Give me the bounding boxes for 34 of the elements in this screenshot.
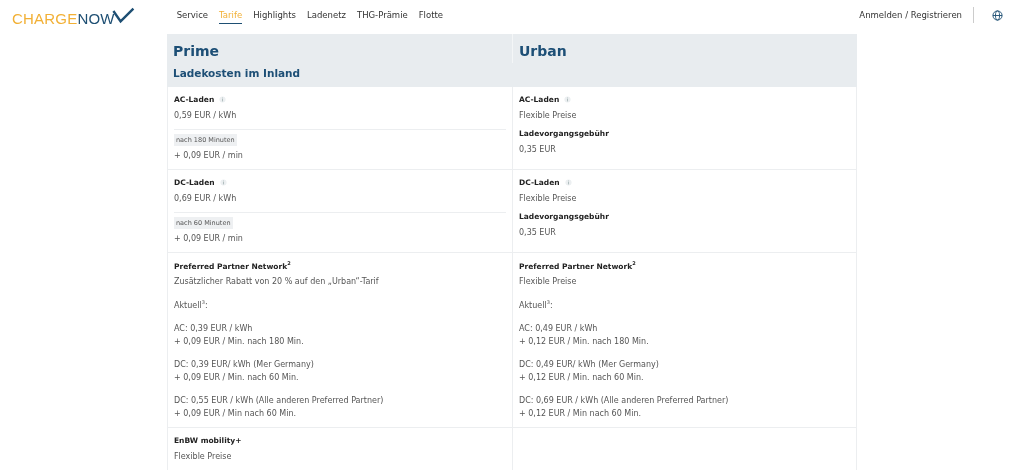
price-text: 0,59 EUR / kWh bbox=[174, 110, 238, 122]
plan-title: Prime bbox=[173, 43, 221, 59]
nav-link[interactable]: Service bbox=[176, 6, 209, 24]
logo[interactable]: CHARGENOW bbox=[12, 5, 135, 27]
price-text: 0,35 EUR bbox=[519, 143, 557, 156]
price-text: DC: 0,69 EUR / kWh (Alle anderen Preferred Partner) + 0,12 EUR / Min nach 60 Min. bbox=[519, 395, 730, 420]
price-text: Aktuell$^{3}$: bbox=[174, 297, 209, 312]
price-text: Zusätzlicher Rabatt von 20 % auf den „Urban“-Tarif bbox=[174, 276, 380, 288]
price-text: 0,35 EUR bbox=[519, 226, 557, 239]
price-text: Flexible Preise bbox=[519, 193, 578, 205]
price-text: DC: 0,55 EUR / kWh (Alle anderen Preferred Partner) + 0,09 EUR / Min nach 60 Min. bbox=[174, 395, 385, 420]
section-title: Ladekosten im Inland bbox=[172, 66, 302, 81]
price-text: + 0,09 EUR / min bbox=[174, 149, 244, 162]
price-text: 0,69 EUR / kWh bbox=[174, 193, 238, 205]
price-text: Flexible Preise bbox=[174, 451, 233, 463]
info-icon[interactable] bbox=[219, 179, 227, 186]
globe-icon[interactable] bbox=[992, 9, 1003, 21]
nav-link[interactable]: Flotte bbox=[418, 6, 444, 24]
plan-title: Urban bbox=[519, 43, 568, 59]
info-icon[interactable] bbox=[564, 96, 572, 103]
price-text: DC: 0,49 EUR/ kWh (Mer Germany) + 0,12 EUR / Min. nach 60 Min. bbox=[519, 359, 660, 384]
price-text: Aktuell$^{3}$: bbox=[519, 297, 554, 312]
nav-link[interactable]: Highlights bbox=[253, 6, 296, 24]
price-text: AC: 0,49 EUR / kWh + 0,12 EUR / Min. nach 180 Min. bbox=[519, 323, 650, 348]
login-link[interactable]: Anmelden / Registrieren bbox=[859, 10, 962, 20]
nav-link[interactable]: Ladenetz bbox=[306, 6, 346, 24]
price-text: Flexible Preise bbox=[519, 276, 578, 288]
price-text: + 0,09 EUR / min bbox=[174, 232, 244, 245]
price-text: Flexible Preise bbox=[519, 110, 578, 122]
price-text: DC: 0,39 EUR/ kWh (Mer Germany) + 0,09 EUR / Min. nach 60 Min. bbox=[174, 359, 315, 384]
price-text: AC: 0,39 EUR / kWh + 0,09 EUR / Min. nach 180 Min. bbox=[174, 323, 305, 348]
nav-link[interactable]: THG-Prämie bbox=[356, 6, 408, 24]
info-icon[interactable] bbox=[219, 96, 227, 103]
info-icon[interactable] bbox=[564, 179, 572, 186]
